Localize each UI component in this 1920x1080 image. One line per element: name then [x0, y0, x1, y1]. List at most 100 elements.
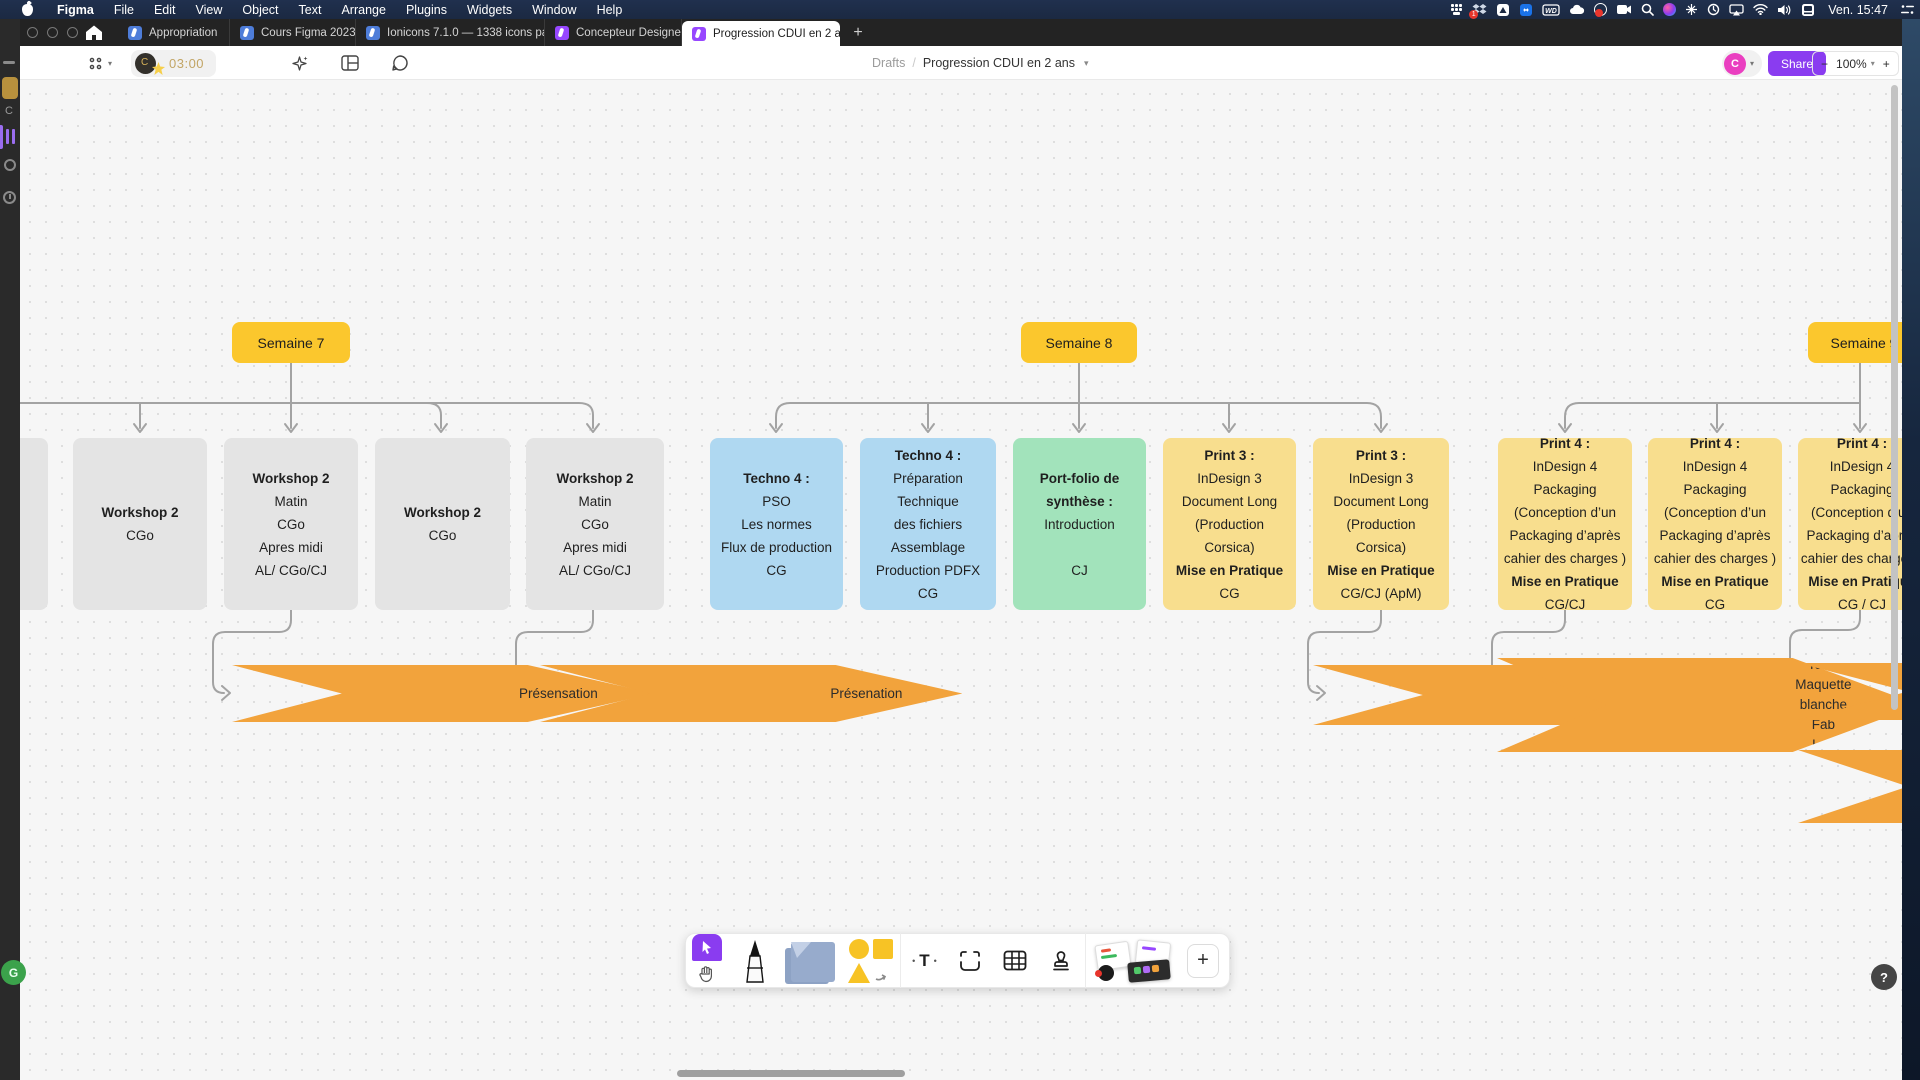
- sidebar-letter: C: [5, 105, 13, 117]
- file-icon: [692, 27, 706, 41]
- help-button[interactable]: ?: [1871, 964, 1897, 990]
- wd-icon[interactable]: WD: [1542, 2, 1560, 17]
- templates-button[interactable]: [1094, 939, 1169, 983]
- sticky-note-tool[interactable]: [776, 934, 842, 987]
- course-box[interactable]: Port-folio desynthèse :Introduction CJ: [1013, 438, 1146, 610]
- folder-icon[interactable]: [2, 77, 18, 99]
- menubar-app-name[interactable]: Figma: [47, 3, 104, 17]
- menubar-item-edit[interactable]: Edit: [144, 3, 186, 17]
- add-tool-button[interactable]: +: [1187, 944, 1219, 978]
- menubar-item-object[interactable]: Object: [232, 3, 288, 17]
- course-box[interactable]: Print 3 :InDesign 3Document Long(Product…: [1313, 438, 1449, 610]
- pause-icon[interactable]: [12, 129, 15, 144]
- figjam-canvas[interactable]: Semaine 7Semaine 8Semaine 9Workshop 2CGo…: [0, 80, 1920, 1080]
- keyboard-grid-icon[interactable]: [1450, 2, 1463, 17]
- airplay-icon[interactable]: [1729, 2, 1744, 17]
- menubar-item-plugins[interactable]: Plugins: [396, 3, 457, 17]
- marker-tool[interactable]: [727, 934, 776, 987]
- layout-grid-button[interactable]: [341, 46, 359, 80]
- course-box[interactable]: Print 4 :InDesign 4Packaging(Conception …: [1498, 438, 1632, 610]
- main-menu-button[interactable]: ▾: [88, 46, 112, 80]
- actions-button[interactable]: [290, 46, 309, 80]
- menubar-item-view[interactable]: View: [186, 3, 233, 17]
- wifi-icon[interactable]: [1753, 2, 1768, 17]
- course-box[interactable]: Workshop 2CGo: [73, 438, 207, 610]
- tab-appropriation[interactable]: Appropriation: [118, 19, 230, 46]
- input-source-icon[interactable]: [1801, 2, 1815, 17]
- camera-icon[interactable]: [1616, 2, 1632, 17]
- week-node[interactable]: Semaine 7: [232, 322, 350, 363]
- tab-progression-cdui-en-2-ans[interactable]: Progression CDUI en 2 ans✕: [682, 21, 840, 46]
- menubar-item-text[interactable]: Text: [289, 3, 332, 17]
- circle-icon[interactable]: [4, 159, 16, 171]
- tab-label: Appropriation: [149, 27, 217, 39]
- horizontal-scrollbar[interactable]: [677, 1070, 905, 1077]
- pause-icon[interactable]: [6, 129, 9, 144]
- zoom-in-button[interactable]: +: [1883, 57, 1890, 71]
- course-box[interactable]: Techno 4 :PréparationTechniquedes fichie…: [860, 438, 996, 610]
- menubar-item-window[interactable]: Window: [522, 3, 586, 17]
- siri-icon[interactable]: [1663, 2, 1676, 17]
- home-icon[interactable]: [84, 24, 104, 41]
- text-tool[interactable]: •T•: [901, 934, 948, 987]
- control-center-icon[interactable]: [1901, 2, 1914, 17]
- stamp-tool[interactable]: [1038, 934, 1085, 987]
- file-icon: [240, 26, 254, 40]
- select-tool[interactable]: [692, 934, 722, 961]
- apple-menu-icon[interactable]: [22, 4, 33, 16]
- moves-icon[interactable]: [1685, 2, 1698, 17]
- tab-ionicons-7-1-0-1338-icons-pa[interactable]: Ionicons 7.1.0 — 1338 icons pack (0: [356, 19, 545, 46]
- deploy-icon[interactable]: [1496, 2, 1510, 17]
- timer-widget[interactable]: 03:00: [131, 50, 216, 77]
- drag-handle-icon: [3, 61, 15, 64]
- menubar-status-icons: 1 WD Ven. 15:47: [1450, 0, 1914, 19]
- menubar-item-file[interactable]: File: [104, 3, 144, 17]
- window-zoom-button[interactable]: [67, 27, 78, 38]
- course-box[interactable]: Print 4 :InDesign 4Packaging(Conception …: [1648, 438, 1782, 610]
- tab-label: Concepteur Designer UI: [576, 27, 682, 39]
- tab-cours-figma-2023[interactable]: Cours Figma 2023: [230, 19, 356, 46]
- figma-tab-bar: Appropriation Cours Figma 2023 Ionicons 7.…: [0, 19, 1920, 46]
- current-user-chip[interactable]: C ▾: [1722, 50, 1762, 77]
- week-node[interactable]: Semaine 8: [1021, 322, 1137, 363]
- tab-label: Ionicons 7.1.0 — 1338 icons pack (0: [387, 27, 545, 39]
- course-box[interactable]: Workshop 2MatinCGoApres midiAL/ CGo/CJ: [224, 438, 358, 610]
- zoom-level-menu[interactable]: 100%▾: [1836, 57, 1875, 71]
- menubar-item-help[interactable]: Help: [587, 3, 633, 17]
- course-box[interactable]: Workshop 2CGo: [375, 438, 510, 610]
- zoom-out-button[interactable]: −: [1821, 57, 1828, 71]
- comment-button[interactable]: [391, 46, 409, 80]
- title-chevron-icon[interactable]: ▾: [1084, 58, 1089, 69]
- course-box[interactable]: Workshop 2MatinCGoApres midiAL/ CGo/CJ: [526, 438, 664, 610]
- table-tool[interactable]: [993, 934, 1038, 987]
- volume-icon[interactable]: [1777, 2, 1792, 17]
- window-minimize-button[interactable]: [47, 27, 58, 38]
- teamviewer-icon[interactable]: [1519, 2, 1533, 17]
- corner-avatar-badge[interactable]: G: [1, 960, 26, 985]
- menubar-item-widgets[interactable]: Widgets: [457, 3, 522, 17]
- course-box[interactable]: Print 3 :InDesign 3Document Long(Product…: [1163, 438, 1296, 610]
- course-box[interactable]: Techno 4 :PSOLes normesFlux de productio…: [710, 438, 843, 610]
- window-close-button[interactable]: [27, 27, 38, 38]
- dropbox-icon[interactable]: 1: [1472, 2, 1487, 17]
- page-title[interactable]: Progression CDUI en 2 ans: [923, 56, 1075, 70]
- chevron-down-icon: ▾: [108, 59, 112, 68]
- timer-value: 03:00: [169, 56, 204, 71]
- menubar-item-arrange[interactable]: Arrange: [331, 3, 395, 17]
- menubar-clock[interactable]: Ven. 15:47: [1824, 3, 1892, 17]
- new-tab-button[interactable]: +: [848, 23, 868, 43]
- tab-concepteur-designer-ui[interactable]: Concepteur Designer UI: [545, 19, 682, 46]
- cloud-icon[interactable]: [1569, 2, 1585, 17]
- tab-label: Progression CDUI en 2 ans: [713, 28, 840, 40]
- user-avatar: C: [1724, 53, 1746, 75]
- file-icon: [128, 26, 142, 40]
- chevron-down-icon: ▾: [1750, 59, 1754, 68]
- spotlight-icon[interactable]: [1641, 2, 1654, 17]
- record-icon[interactable]: [1594, 2, 1607, 17]
- section-tool[interactable]: [948, 934, 993, 987]
- breadcrumb-drafts[interactable]: Drafts: [872, 56, 905, 70]
- hand-tool[interactable]: [698, 965, 715, 983]
- vertical-scrollbar[interactable]: [1891, 85, 1898, 710]
- shape-tool[interactable]: [842, 934, 900, 987]
- timemachine-icon[interactable]: [1707, 2, 1720, 17]
